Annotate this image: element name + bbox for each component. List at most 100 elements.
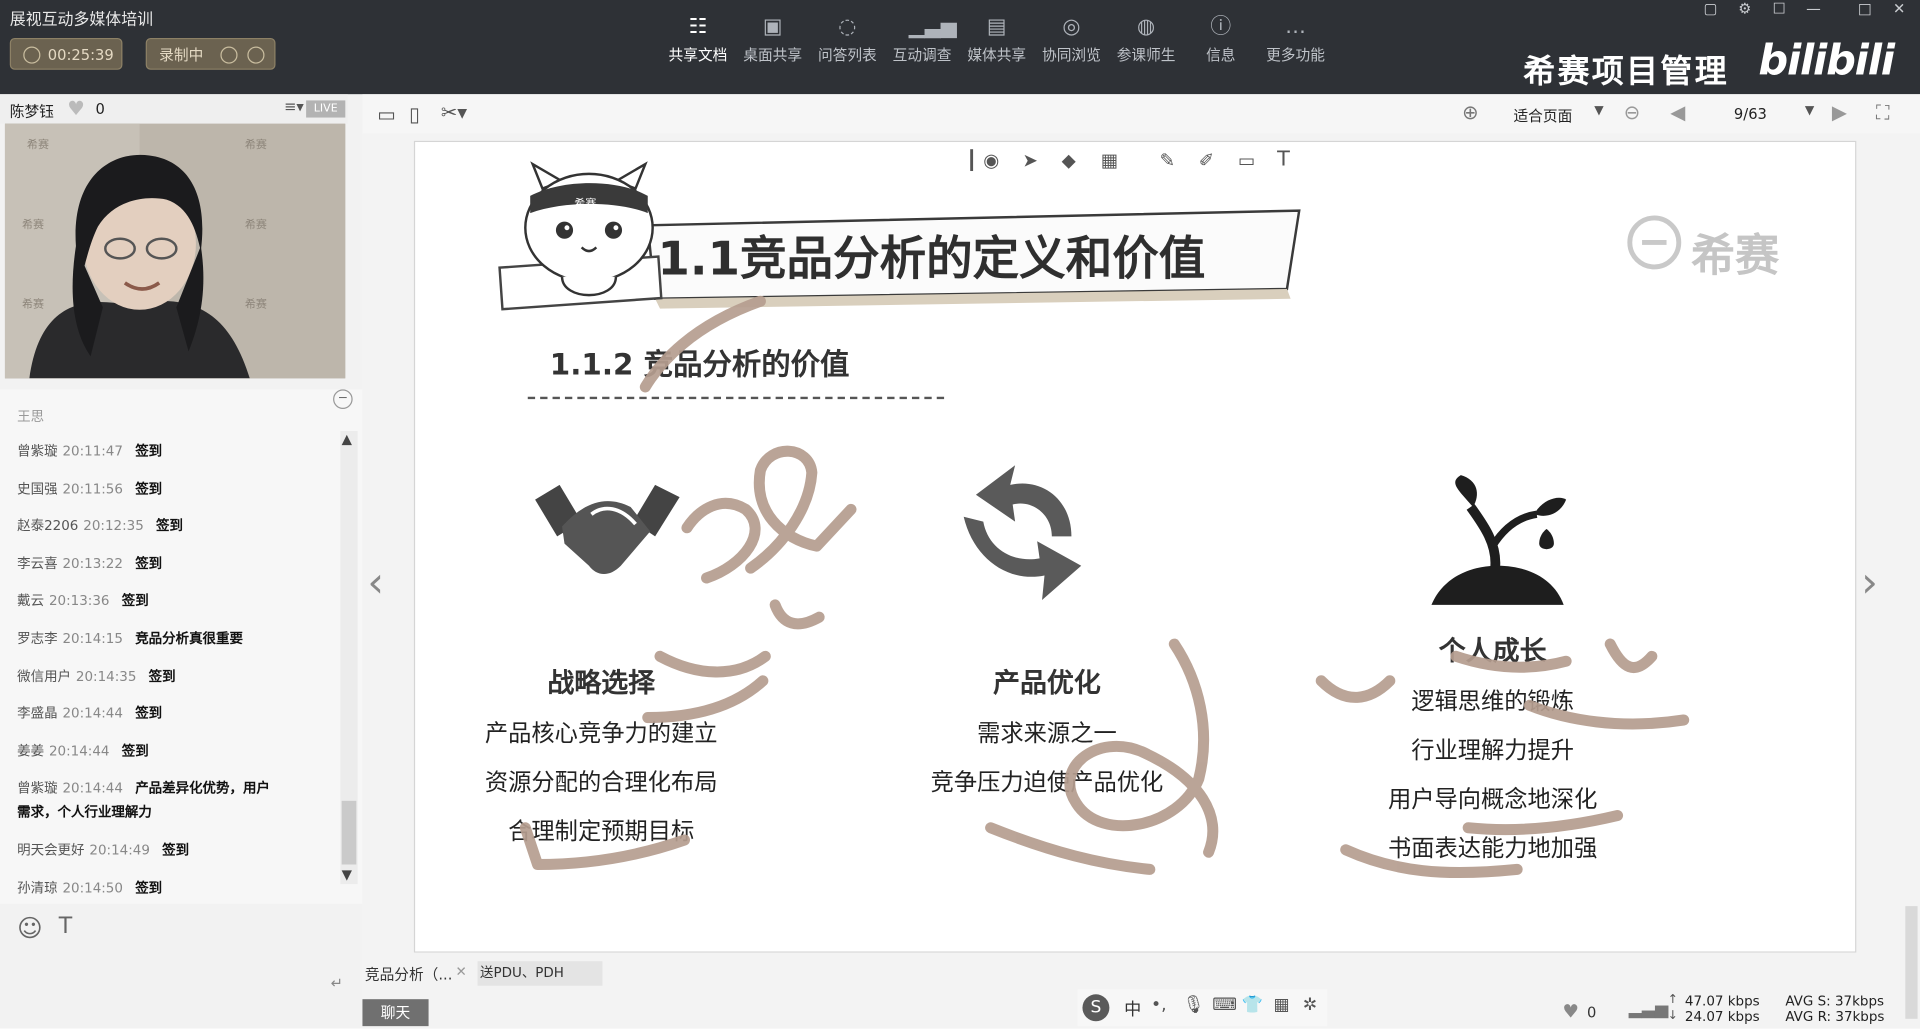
svg-text:希赛: 希赛: [22, 296, 44, 310]
chat-text: 签到: [135, 705, 163, 722]
chat-message: 罗志李 20:14:15 竞品分析真很重要: [17, 628, 243, 648]
session-timer: 00:25:39: [9, 37, 123, 70]
like-heart-icon[interactable]: ♥: [1562, 1000, 1578, 1022]
punctuation-icon[interactable]: •,: [1151, 996, 1167, 1016]
skin-icon[interactable]: ☐: [1766, 0, 1793, 20]
tab-document[interactable]: 竞品分析（...: [365, 964, 452, 985]
toolbar-label: 共享文档: [668, 46, 728, 64]
next-page-icon[interactable]: ▶: [1832, 100, 1847, 123]
avg-bitrate-readout: AVG S: 37kbps AVG R: 37kbps: [1785, 993, 1885, 1025]
qa-bubble-icon: ◌: [838, 14, 857, 40]
live-badge: LIVE: [306, 100, 346, 118]
open-folder-icon[interactable]: ▭: [377, 103, 396, 126]
svg-text:希赛: 希赛: [245, 217, 267, 231]
send-icon[interactable]: ↵: [331, 975, 343, 992]
maximize-icon[interactable]: □: [1851, 0, 1878, 20]
scissors-icon[interactable]: ✂▾: [441, 100, 467, 123]
document-icon: ☷: [688, 14, 708, 40]
grid-apps-icon[interactable]: ▦: [1273, 996, 1289, 1016]
page-dropdown-icon[interactable]: ▼: [1805, 104, 1814, 117]
minimize-icon[interactable]: —: [1800, 0, 1827, 20]
toolbar-label: 媒体共享: [967, 46, 1027, 64]
chat-time: 20:14:50: [62, 880, 123, 897]
chat-text: 签到: [135, 555, 163, 572]
chat-user-name: 微信用户: [17, 668, 72, 684]
toolbar-film-button[interactable]: ▤ 媒体共享: [960, 15, 1033, 65]
keyboard-icon[interactable]: ⌨: [1212, 996, 1237, 1016]
toolbar-more-button[interactable]: … 更多功能: [1259, 15, 1332, 65]
bar-chart-icon: ▁▃▅: [908, 14, 957, 40]
chat-message: 明天会更好 20:14:49 签到: [17, 840, 189, 860]
stop-icon[interactable]: [247, 46, 265, 64]
chat-time: 20:12:35: [83, 518, 144, 535]
toolbar-compass-button[interactable]: ◎ 协同浏览: [1035, 15, 1108, 65]
settings-icon[interactable]: ⚙: [1731, 0, 1758, 20]
network-arrows-icon: ↑ ↓: [1667, 993, 1679, 1023]
toolbar-info-button[interactable]: ⓘ 信息: [1184, 15, 1257, 65]
toolbar-users-button[interactable]: ◍ 参课师生: [1109, 15, 1182, 65]
chat-text: 签到: [135, 880, 163, 897]
chat-time: 20:14:35: [75, 668, 137, 684]
scroll-down-icon[interactable]: ▼: [342, 867, 352, 883]
ime-toolbar: S 中 •, 🎙 ⌨ 👕 ▦ ✲: [1077, 989, 1328, 1027]
tools-icon[interactable]: ✲: [1303, 996, 1317, 1016]
chat-message: 史国强 20:11:56 签到: [17, 478, 162, 498]
chat-user-name: 曾紫璇: [17, 780, 58, 797]
page-indicator[interactable]: 9/63: [1734, 105, 1767, 122]
menu-icon[interactable]: ≡▾: [284, 98, 304, 115]
toolbar-document-button[interactable]: ☷ 共享文档: [661, 15, 734, 65]
next-slide-arrow[interactable]: ›: [1861, 558, 1878, 607]
text-format-icon[interactable]: T: [59, 913, 72, 939]
record-label: 录制中: [159, 46, 204, 64]
chat-time: 20:14:49: [89, 842, 150, 859]
chat-scrollbar[interactable]: ▲ ▼: [340, 431, 358, 885]
chat-user-name: 史国强: [17, 480, 58, 497]
toolbar-label: 更多功能: [1266, 46, 1325, 64]
toolbar-label: 桌面共享: [743, 46, 803, 64]
tab-notice[interactable]: 送PDU、PDH: [477, 961, 603, 986]
toolbar-desktop-share-button[interactable]: ▣ 桌面共享: [736, 15, 809, 65]
chat-text: 签到: [135, 443, 163, 460]
sogou-ime-icon[interactable]: S: [1082, 994, 1110, 1022]
chat-text: 产品差异化优势，用户: [135, 780, 270, 797]
toolbar-bar-chart-button[interactable]: ▁▃▅ 互动调查: [885, 15, 958, 65]
chat-time: 20:14:15: [62, 630, 123, 647]
chat-time: 20:11:47: [62, 443, 123, 460]
chat-user-name: 赵泰2206: [17, 518, 79, 535]
skin-shirt-icon[interactable]: 👕: [1242, 996, 1263, 1016]
prev-page-icon[interactable]: ◀: [1670, 100, 1685, 123]
collapse-icon[interactable]: −: [333, 389, 353, 409]
scroll-thumb[interactable]: [341, 800, 357, 865]
emoji-icon[interactable]: ☺: [17, 913, 43, 942]
chat-tab[interactable]: 聊天: [362, 999, 429, 1027]
zoom-dropdown-icon[interactable]: ▼: [1594, 104, 1603, 117]
close-icon[interactable]: ✕: [1886, 0, 1913, 20]
close-tab-icon[interactable]: ✕: [456, 964, 467, 980]
chat-text: 竞品分析真很重要: [135, 630, 243, 647]
chat-user-name: 孙清琼: [17, 880, 58, 897]
users-icon: ◍: [1137, 14, 1156, 40]
zoom-select[interactable]: 适合页面: [1513, 105, 1572, 126]
chat-message: 微信用户 20:14:35 签到: [17, 666, 175, 686]
file-icon[interactable]: ▯: [409, 103, 420, 126]
toolbar-label: 问答列表: [817, 46, 877, 64]
pause-icon[interactable]: [220, 46, 238, 64]
chat-time: 20:11:56: [62, 480, 123, 497]
presenter-row: 陈梦钰 ♥ 0 ≡▾ LIVE: [0, 94, 348, 124]
heart-icon[interactable]: ♥: [67, 97, 85, 120]
zoom-out-icon[interactable]: ⊖: [1624, 100, 1640, 123]
right-scrollbar[interactable]: [1905, 906, 1918, 1019]
record-status-button[interactable]: 录制中: [145, 37, 276, 70]
screenshot-icon[interactable]: ▢: [1697, 0, 1724, 20]
scroll-up-icon[interactable]: ▲: [342, 431, 352, 447]
toolbar-qa-bubble-button[interactable]: ◌ 问答列表: [811, 15, 884, 65]
chat-message: 姜姜 20:14:44 签到: [17, 741, 149, 761]
signal-icon: ▂▃▅: [1628, 999, 1669, 1019]
microphone-icon[interactable]: 🎙: [1183, 996, 1205, 1016]
fullscreen-icon[interactable]: ⛶: [1876, 100, 1890, 124]
ime-mode[interactable]: 中: [1124, 997, 1141, 1021]
zoom-in-icon[interactable]: ⊕: [1462, 100, 1478, 123]
prev-slide-arrow[interactable]: ‹: [367, 558, 384, 607]
toolbar-label: 互动调查: [892, 46, 952, 64]
chat-message: 曾紫璇 20:11:47 签到: [17, 441, 162, 461]
